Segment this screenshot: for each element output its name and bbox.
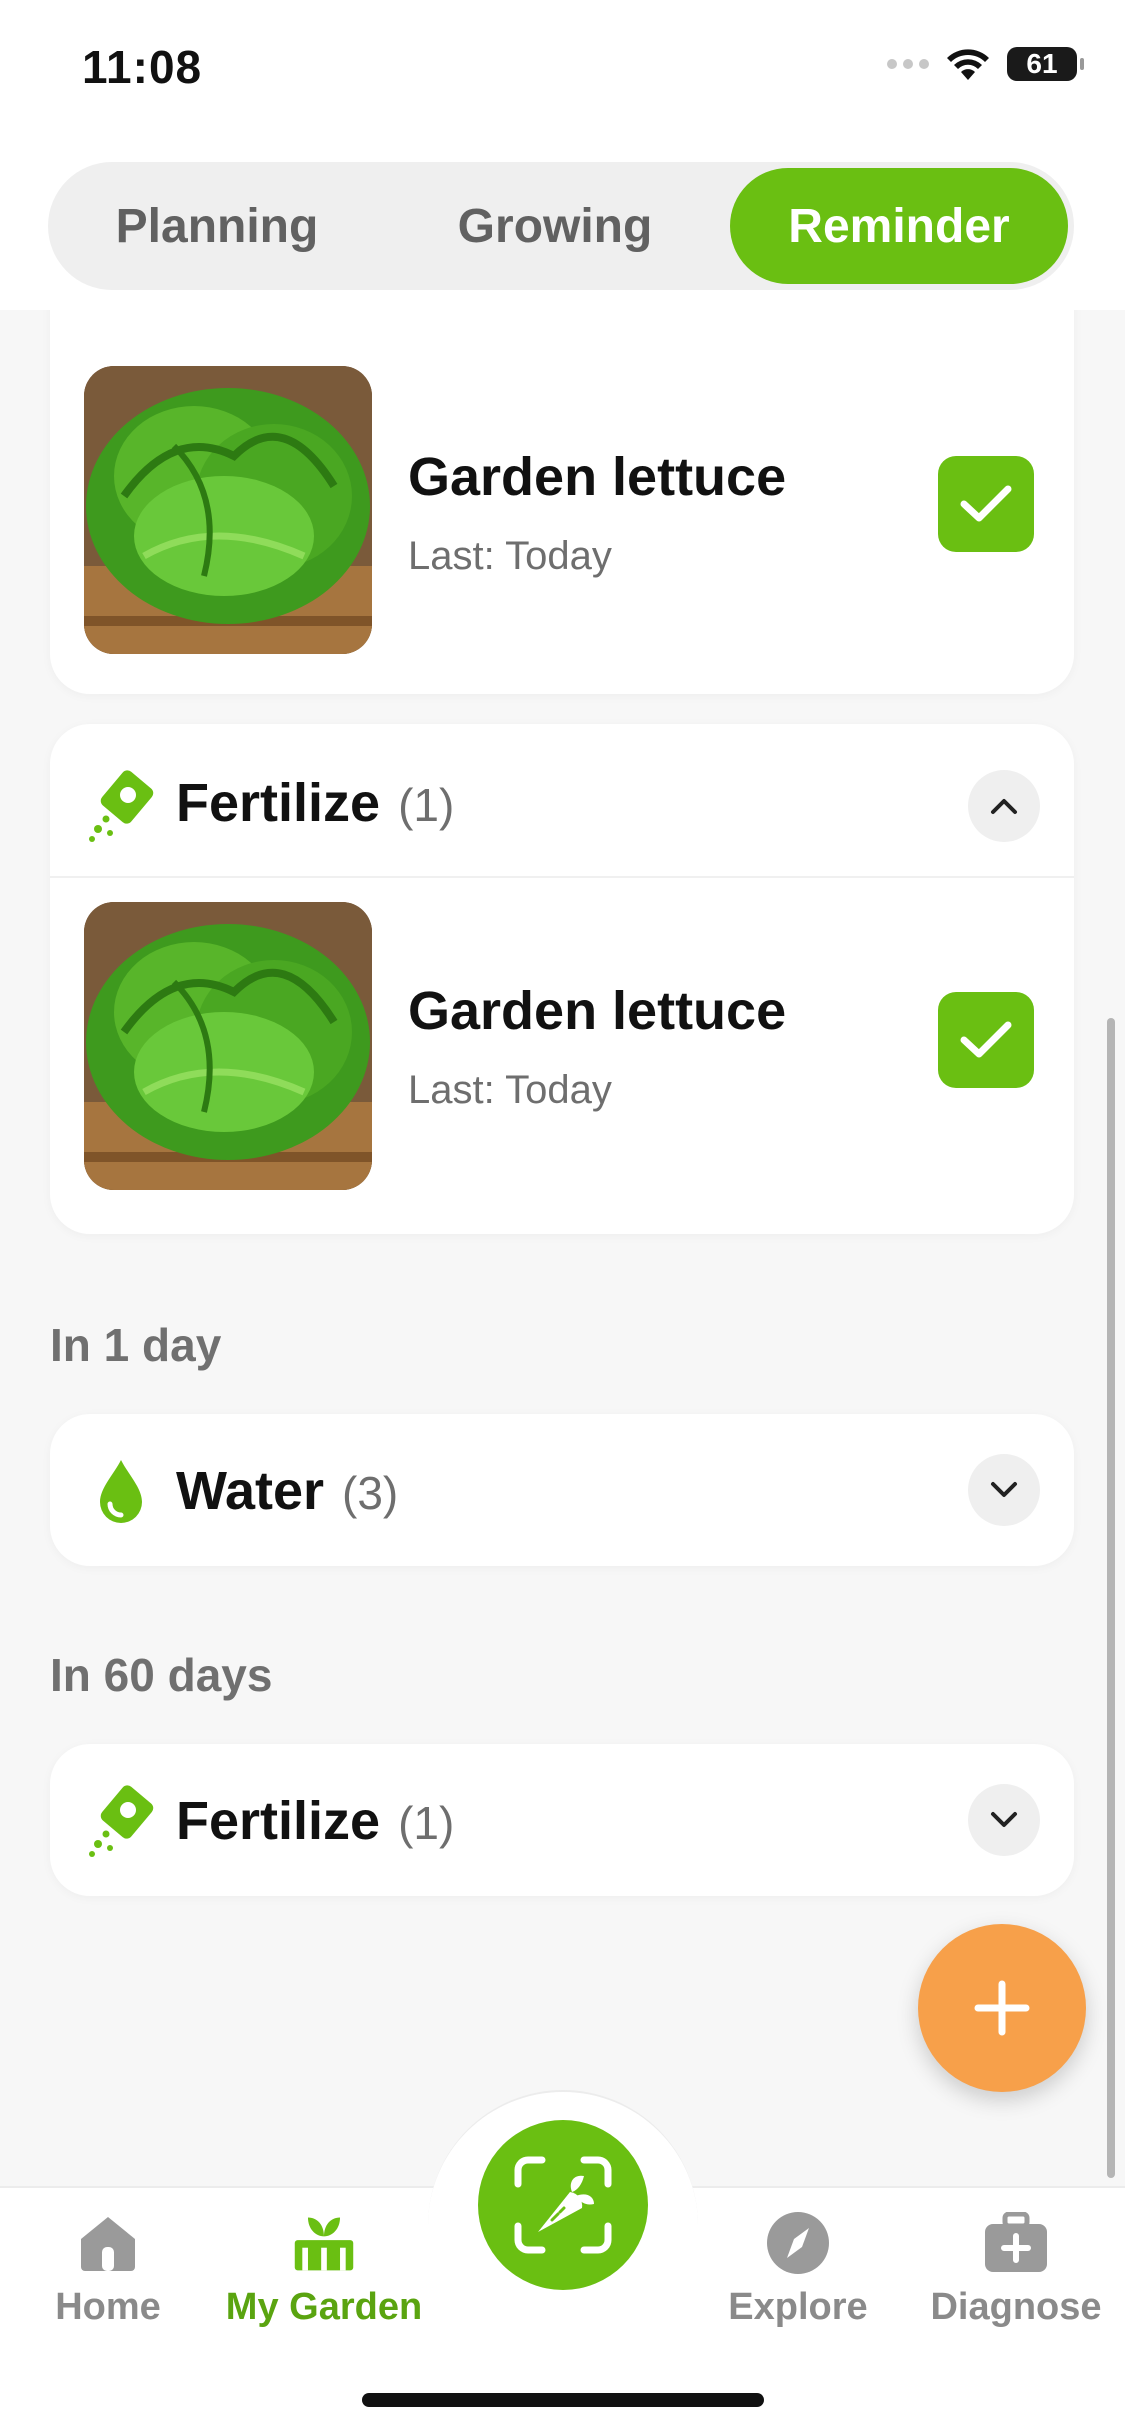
fertilizer-icon — [89, 770, 154, 842]
group-count: (1) — [398, 779, 455, 831]
medkit-icon — [983, 2210, 1049, 2276]
tab-my-garden[interactable]: My Garden — [214, 2210, 434, 2329]
group-count: (1) — [398, 1797, 455, 1849]
collapse-button[interactable] — [968, 770, 1040, 842]
plant-last-done: Last: Today — [408, 534, 612, 578]
wifi-icon — [947, 49, 989, 80]
lettuce-image — [84, 366, 372, 654]
group-count: (3) — [342, 1467, 399, 1519]
tab-diagnose[interactable]: Diagnose — [906, 2210, 1125, 2329]
home-icon — [75, 2210, 141, 2276]
group-title: Water — [176, 1461, 325, 1521]
plant-last-done: Last: Today — [408, 1068, 612, 1112]
tab-growing[interactable]: Growing — [392, 168, 718, 284]
plant-row[interactable]: Garden lettuce Last: Today — [50, 330, 1074, 680]
fertilizer-icon — [89, 1785, 154, 1857]
expand-button[interactable] — [968, 1784, 1040, 1856]
add-reminder-button[interactable] — [918, 1924, 1086, 2092]
battery-icon: 61 — [1007, 47, 1084, 81]
reminder-list[interactable]: Garden lettuce Last: Today Fertilize (1) — [0, 310, 1125, 2186]
segment-bar: Planning Growing Reminder — [0, 140, 1125, 310]
reminder-card-fertilize-today: Fertilize (1) Garden lettuce Last: Today — [50, 724, 1074, 1234]
done-checkbox[interactable] — [938, 992, 1034, 1088]
checkmark-icon — [960, 1021, 1012, 1058]
done-checkbox[interactable] — [938, 456, 1034, 552]
chevron-up-icon — [991, 799, 1017, 814]
segmented-control: Planning Growing Reminder — [48, 162, 1074, 290]
tab-reminder[interactable]: Reminder — [730, 168, 1068, 284]
group-title: Fertilize — [176, 773, 381, 833]
garden-icon — [291, 2210, 357, 2276]
lettuce-image — [84, 902, 372, 1190]
scrollbar[interactable] — [1107, 1018, 1115, 2178]
plus-icon — [974, 1980, 1030, 2036]
group-title: Fertilize — [176, 1791, 381, 1851]
reminder-card-water-1day[interactable]: Water (3) — [50, 1414, 1074, 1566]
chevron-down-icon — [991, 1812, 1017, 1827]
tab-explore[interactable]: Explore — [688, 2210, 908, 2329]
expand-button[interactable] — [968, 1454, 1040, 1526]
reminder-card-water-today: Garden lettuce Last: Today — [50, 310, 1074, 694]
plant-row[interactable]: Garden lettuce Last: Today — [50, 880, 1074, 1230]
status-time: 11:08 — [82, 41, 203, 93]
chevron-down-icon — [991, 1482, 1017, 1497]
plant-name: Garden lettuce — [408, 981, 787, 1041]
section-label: In 60 days — [50, 1649, 273, 1701]
tab-planning[interactable]: Planning — [54, 168, 380, 284]
reminder-card-fertilize-60days[interactable]: Fertilize (1) — [50, 1744, 1074, 1896]
water-drop-icon — [100, 1460, 142, 1523]
scan-plant-button[interactable] — [478, 2120, 648, 2290]
home-indicator — [362, 2393, 764, 2407]
checkmark-icon — [960, 485, 1012, 522]
compass-icon — [765, 2210, 831, 2276]
section-label: In 1 day — [50, 1319, 222, 1371]
scan-carrot-icon — [514, 2156, 612, 2254]
status-bar: 11:08 61 — [0, 0, 1125, 140]
cellular-signal-icon — [887, 59, 929, 69]
status-icons: 61 — [887, 46, 1084, 82]
tab-home[interactable]: Home — [0, 2210, 218, 2329]
group-header-fertilize[interactable]: Fertilize (1) — [50, 724, 1074, 878]
plant-name: Garden lettuce — [408, 447, 787, 507]
